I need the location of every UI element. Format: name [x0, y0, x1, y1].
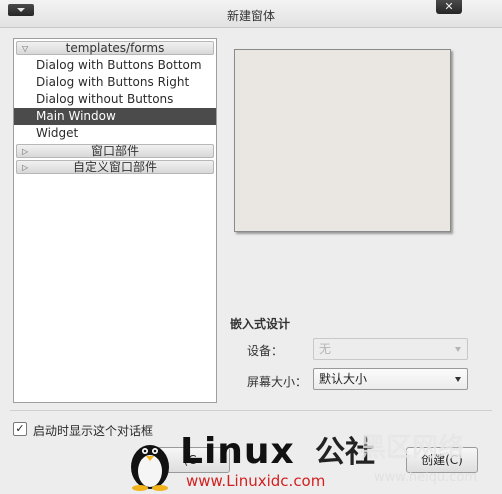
template-tree[interactable]: ▽ templates/forms Dialog with Buttons Bo…: [13, 38, 217, 403]
section-label: 自定义窗口部件: [72, 160, 157, 174]
device-label: 设备：: [247, 344, 284, 358]
section-label: templates/forms: [65, 41, 165, 55]
list-item-main-window[interactable]: Main Window: [14, 108, 216, 125]
window-title: 新建窗体: [226, 9, 275, 23]
title-bar: 新建窗体 ✕: [0, 0, 502, 28]
section-templates-forms[interactable]: ▽ templates/forms: [16, 41, 214, 55]
list-item-dialog-buttons-bottom[interactable]: Dialog with Buttons Bottom: [14, 57, 216, 74]
section-label: 窗口部件: [90, 144, 139, 158]
chevron-down-icon: [455, 377, 461, 382]
expand-arrow-icon: ▽: [22, 44, 29, 53]
screen-size-label: 屏幕大小：: [247, 375, 308, 389]
template-preview: [234, 49, 451, 232]
penguin-logo: [131, 445, 169, 491]
watermark-url: www.Linuxidc.com: [186, 472, 326, 490]
screen-size-select-value: 默认大小: [319, 372, 368, 386]
divider: [10, 410, 492, 411]
list-item-dialog-without-buttons[interactable]: Dialog without Buttons: [14, 91, 216, 108]
template-list: Dialog with Buttons Bottom Dialog with B…: [14, 57, 216, 142]
collapse-arrow-icon: ▷: [22, 163, 29, 172]
list-item-widget[interactable]: Widget: [14, 125, 216, 142]
watermark-linux: Linux: [180, 431, 295, 472]
screen-size-select[interactable]: 默认大小: [313, 368, 468, 390]
device-select[interactable]: 无: [313, 338, 468, 360]
watermark-heiqu: 黑区网络: [360, 433, 465, 463]
section-widgets[interactable]: ▷ 窗口部件: [16, 144, 214, 158]
collapse-arrow-icon: ▷: [22, 147, 29, 156]
device-select-value: 无: [319, 342, 332, 356]
watermark-heiqu-url: www.heiqu.com: [374, 470, 478, 485]
close-button[interactable]: ✕: [436, 0, 462, 14]
close-icon: ✕: [444, 0, 454, 13]
show-on-startup-checkbox[interactable]: ✓: [13, 422, 27, 436]
list-item-dialog-buttons-right[interactable]: Dialog with Buttons Right: [14, 74, 216, 91]
chevron-down-icon: [455, 347, 461, 352]
section-custom-widgets[interactable]: ▷ 自定义窗口部件: [16, 160, 214, 174]
embedded-design-title: 嵌入式设计: [230, 317, 291, 331]
